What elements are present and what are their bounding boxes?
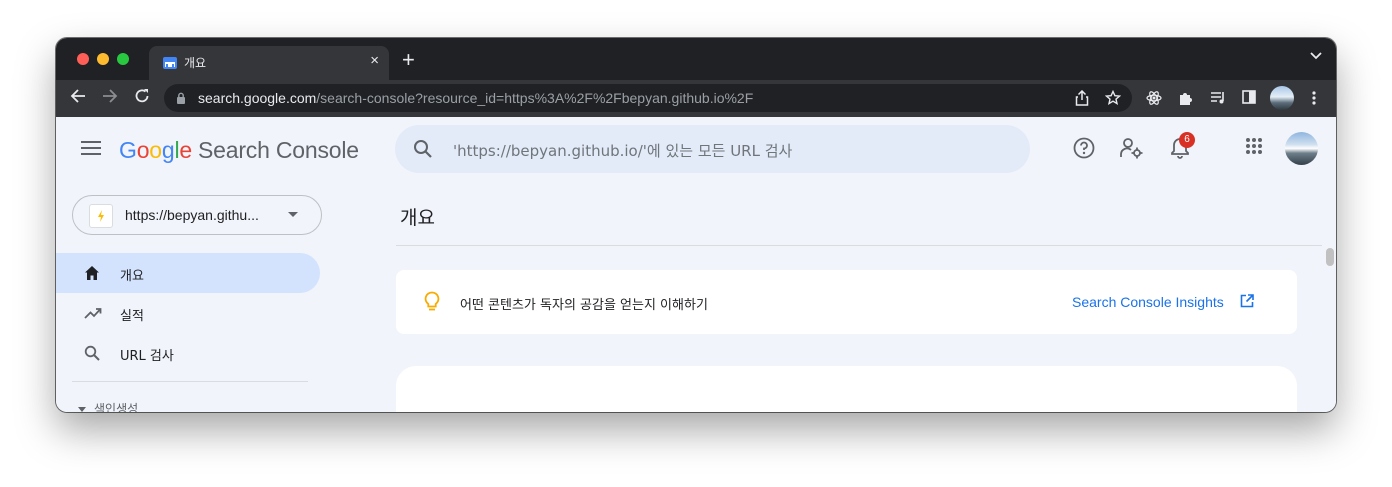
home-icon: [85, 266, 99, 280]
sidebar-item-label: URL 검사: [120, 349, 174, 364]
page-title: 개요: [400, 207, 435, 229]
help-icon[interactable]: [1073, 137, 1095, 159]
forward-arrow-icon[interactable]: [102, 88, 118, 104]
insights-message: 어떤 콘텐츠가 독자의 공감을 얻는지 이해하기: [460, 298, 708, 313]
window-zoom-button[interactable]: [117, 53, 129, 65]
logo-letter: e: [179, 137, 192, 163]
search-icon: [84, 345, 100, 361]
sidebar-section-indexing[interactable]: 색인생성: [78, 400, 138, 412]
address-bar[interactable]: search.google.com/search-console?resourc…: [164, 84, 1132, 112]
property-selector[interactable]: https://bepyan.githu...: [72, 195, 322, 235]
media-queue-icon[interactable]: [1210, 90, 1226, 106]
new-tab-button[interactable]: +: [402, 49, 415, 71]
logo-letter: G: [119, 137, 137, 163]
search-console-favicon-icon: [163, 57, 177, 69]
side-panel-icon[interactable]: [1242, 90, 1256, 104]
profile-avatar[interactable]: [1270, 86, 1294, 110]
search-icon[interactable]: [413, 139, 433, 159]
scrollbar-thumb[interactable]: [1326, 248, 1334, 266]
extensions-puzzle-icon[interactable]: [1178, 90, 1194, 106]
window-close-button[interactable]: [77, 53, 89, 65]
sidebar-item-label: 실적: [120, 309, 144, 324]
browser-window: 개요 × + search.google.com/search-console?…: [56, 38, 1336, 412]
collapse-arrow-icon: [78, 407, 86, 412]
sidebar-divider: [72, 381, 308, 382]
dropdown-arrow-icon: [288, 212, 298, 217]
window-minimize-button[interactable]: [97, 53, 109, 65]
tab-close-icon[interactable]: ×: [370, 52, 379, 69]
insights-link[interactable]: Search Console Insights: [1072, 294, 1224, 310]
logo-letter: g: [161, 137, 175, 163]
lock-icon[interactable]: [176, 92, 186, 104]
manage-users-icon[interactable]: [1120, 137, 1144, 159]
sidebar-item-performance[interactable]: 실적: [56, 293, 320, 333]
reload-icon[interactable]: [134, 88, 150, 104]
notification-count-badge: 6: [1179, 132, 1195, 148]
search-console-logo[interactable]: Google Search Console: [119, 137, 359, 164]
trending-up-icon: [84, 308, 102, 319]
insights-banner: 어떤 콘텐츠가 독자의 공감을 얻는지 이해하기 Search Console …: [396, 270, 1297, 334]
property-favicon-icon: [89, 204, 113, 228]
tab-strip: 개요 × +: [56, 38, 1336, 80]
url-path: /search-console?resource_id=https%3A%2F%…: [316, 90, 754, 106]
external-link-icon[interactable]: [1240, 294, 1254, 308]
browser-toolbar: search.google.com/search-console?resourc…: [56, 80, 1336, 117]
tab-title: 개요: [184, 56, 207, 70]
performance-card: 실적: [396, 366, 1297, 412]
scrollbar[interactable]: [1326, 248, 1334, 412]
sidebar-item-overview[interactable]: 개요: [56, 253, 320, 293]
google-apps-grid-icon[interactable]: [1245, 137, 1263, 155]
lightbulb-icon: [424, 291, 440, 311]
section-label: 색인생성: [94, 402, 139, 412]
sidebar-item-url-inspection[interactable]: URL 검사: [56, 333, 320, 373]
bookmark-star-icon[interactable]: [1105, 90, 1121, 106]
search-console-app: Google Search Console 'https://bepyan.git…: [56, 117, 1336, 412]
property-url: https://bepyan.githu...: [125, 207, 259, 223]
sidebar-item-label: 개요: [120, 269, 144, 284]
url-inspection-search[interactable]: 'https://bepyan.github.io/'에 있는 모든 URL 검…: [395, 125, 1030, 173]
share-icon[interactable]: [1075, 90, 1089, 106]
logo-product-name: Search Console: [198, 137, 359, 163]
logo-letter: o: [136, 137, 150, 163]
url-text: search.google.com/search-console?resourc…: [198, 90, 753, 106]
logo-letter: o: [149, 137, 162, 163]
back-arrow-icon[interactable]: [70, 88, 86, 104]
react-devtools-extension-icon[interactable]: [1146, 90, 1162, 106]
browser-tab[interactable]: 개요 ×: [149, 46, 389, 80]
search-input[interactable]: 'https://bepyan.github.io/'에 있는 모든 URL 검…: [453, 140, 792, 161]
tab-search-chevron-icon[interactable]: [1310, 52, 1322, 60]
url-host: search.google.com: [198, 90, 317, 106]
header-divider: [396, 245, 1322, 246]
account-avatar[interactable]: [1285, 132, 1318, 165]
hamburger-menu-icon[interactable]: [81, 141, 101, 155]
card-title: 실적: [428, 408, 463, 412]
more-menu-icon[interactable]: [1312, 90, 1316, 106]
